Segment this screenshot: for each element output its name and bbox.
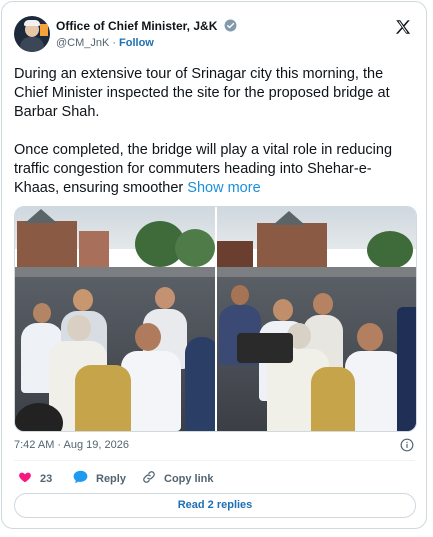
reply-label: Reply: [96, 472, 126, 485]
info-icon[interactable]: [400, 438, 414, 452]
post-timestamp[interactable]: 7:42 AM · Aug 19, 2026: [14, 439, 129, 451]
show-more-link[interactable]: Show more: [187, 180, 260, 196]
copy-link-button[interactable]: Copy link: [142, 470, 214, 487]
x-logo-icon[interactable]: [394, 18, 412, 36]
verified-badge-icon: [224, 19, 237, 35]
phone-shape: [237, 333, 293, 363]
post-text: During an extensive tour of Srinagar cit…: [14, 65, 414, 217]
handle-row: @CM_JnK · Follow: [56, 37, 154, 49]
like-count: 23: [40, 472, 53, 485]
author-name[interactable]: Office of Chief Minister, J&K: [56, 19, 217, 33]
like-button[interactable]: 23: [18, 470, 52, 487]
post-header: Office of Chief Minister, J&K @CM_JnK · Fo…: [14, 16, 414, 56]
reply-button[interactable]: Reply: [73, 470, 126, 487]
embedded-post-card: Office of Chief Minister, J&K @CM_JnK · Fo…: [1, 1, 427, 529]
follow-button[interactable]: Follow: [119, 37, 154, 49]
author-avatar[interactable]: [14, 16, 50, 52]
divider: [14, 460, 415, 461]
copy-link-label: Copy link: [164, 472, 214, 485]
author-name-row[interactable]: Office of Chief Minister, J&K: [56, 19, 237, 35]
post-paragraph-2: Once completed, the bridge will play a v…: [14, 142, 393, 196]
flag-shape: [40, 24, 48, 36]
author-handle[interactable]: @CM_JnK: [56, 37, 109, 49]
post-paragraph-1: During an extensive tour of Srinagar cit…: [14, 66, 390, 120]
post-photo-1[interactable]: [15, 207, 215, 431]
read-replies-button[interactable]: Read 2 replies: [14, 493, 416, 518]
speech-bubble-icon: [73, 470, 96, 487]
post-photo-2[interactable]: [217, 207, 416, 431]
link-icon: [142, 470, 164, 487]
separator-dot: ·: [112, 37, 117, 49]
heart-icon: [18, 470, 40, 487]
media-grid: [14, 206, 417, 432]
